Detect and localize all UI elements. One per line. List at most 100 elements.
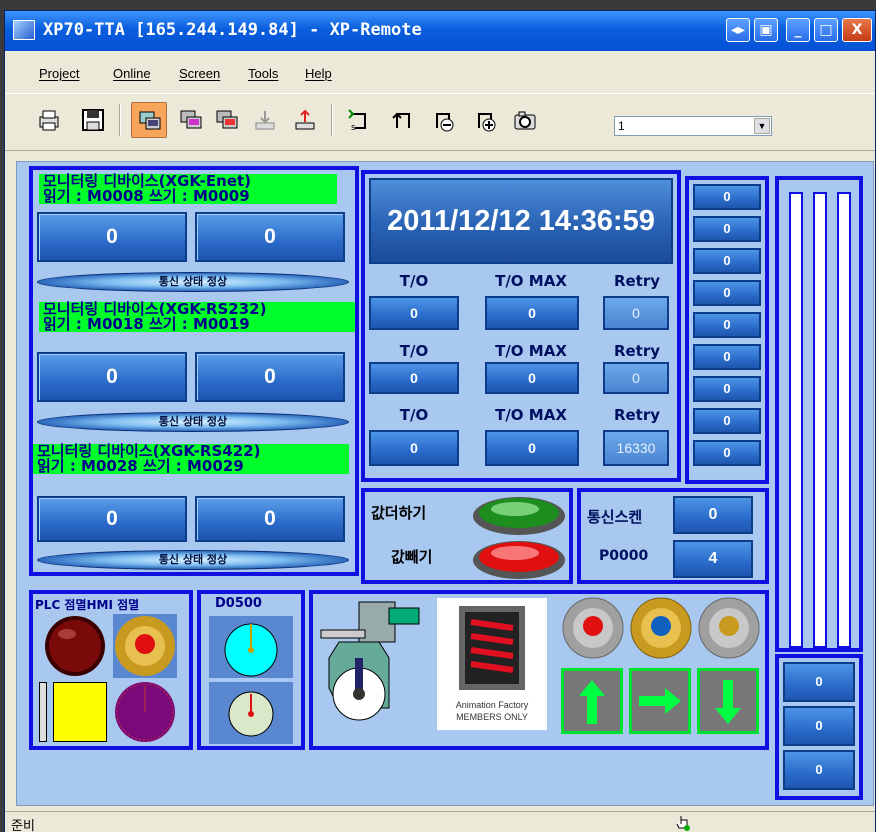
device-2-label: 모니터링 디바이스(XGK-RS232) 읽기 : M0018 쓰기 : M001…	[39, 302, 355, 332]
device-3-read-button[interactable]: 0	[37, 496, 187, 542]
arrow-down-button[interactable]	[697, 668, 759, 734]
menu-screen[interactable]: Screen	[179, 66, 220, 81]
to-value-2[interactable]: 0	[369, 362, 459, 394]
to-max-value-3[interactable]: 0	[485, 430, 579, 466]
arrow-right-button[interactable]	[629, 668, 691, 734]
svg-text:s: s	[351, 123, 356, 132]
value-cell-9[interactable]: 0	[693, 440, 761, 466]
device-monitor-panel: 모니터링 디바이스(XGK-Enet) 읽기 : M0008 쓰기 : M0009…	[29, 166, 359, 576]
plc-lamp-icon	[45, 616, 105, 676]
value-cell-6[interactable]: 0	[693, 344, 761, 370]
download-icon	[255, 111, 275, 130]
value-cell-5[interactable]: 0	[693, 312, 761, 338]
camera-icon	[514, 111, 536, 130]
gauge-dial-cyan	[209, 616, 293, 678]
bar-gauge-2	[813, 192, 827, 648]
device-1-read-button[interactable]: 0	[37, 212, 187, 262]
toolbar-separator	[331, 104, 333, 136]
hand-cursor-icon	[676, 816, 690, 831]
menu-bar: Project Online Screen Tools Help	[5, 51, 875, 93]
screen-select-value: 1	[618, 119, 625, 133]
gauge-title: D0500	[215, 596, 262, 611]
save-icon	[82, 109, 104, 131]
value-cell-1[interactable]: 0	[693, 184, 761, 210]
animation-panel: Animation Factory MEMBERS ONLY	[309, 590, 769, 750]
value-cell-4[interactable]: 0	[693, 280, 761, 306]
arrow-up-button[interactable]	[561, 668, 623, 734]
engine-icon	[320, 601, 420, 721]
minimize-button[interactable]: _	[786, 18, 810, 42]
screen-select-dropdown[interactable]: 1 ▼	[614, 116, 772, 136]
menu-online[interactable]: Online	[113, 66, 151, 81]
red-push-button[interactable]	[561, 596, 625, 660]
bar-gauge-1	[789, 192, 803, 648]
retry-value-3[interactable]: 16330	[603, 430, 669, 466]
hmi-lamp-icon[interactable]	[113, 614, 177, 678]
animation-image: Animation Factory MEMBERS ONLY	[437, 598, 547, 730]
value-cell-2[interactable]: 0	[693, 216, 761, 242]
app-icon	[13, 20, 35, 40]
monitor-active-button[interactable]	[131, 102, 167, 138]
close-button[interactable]: X	[842, 18, 872, 42]
monitor-color-button[interactable]	[209, 102, 245, 138]
value-cell-7[interactable]: 0	[693, 376, 761, 402]
blue-push-button[interactable]	[629, 596, 693, 660]
value-cell-3[interactable]: 0	[693, 248, 761, 274]
title-bar[interactable]: XP70-TTA [165.244.149.84] - XP-Remote ◂▸…	[5, 11, 875, 51]
save-button[interactable]	[75, 102, 111, 138]
screen-plus-button[interactable]	[467, 102, 503, 138]
toolbar-separator	[119, 104, 121, 136]
device-2-read-button[interactable]: 0	[37, 352, 187, 402]
upload-button[interactable]	[287, 102, 323, 138]
print-button[interactable]	[31, 102, 67, 138]
bottom-value-3[interactable]: 0	[783, 750, 855, 790]
retry-header: Retry	[613, 272, 661, 290]
monitor-button[interactable]	[173, 102, 209, 138]
device-3-write-button[interactable]: 0	[195, 496, 345, 542]
retry-header: Retry	[613, 406, 661, 424]
retry-header: Retry	[613, 342, 661, 360]
shredder-icon	[459, 606, 525, 690]
restore-remote-button[interactable]: ◂▸	[726, 18, 750, 42]
capture-button[interactable]	[507, 102, 543, 138]
menu-tools[interactable]: Tools	[248, 66, 278, 81]
menu-project[interactable]: Project	[39, 66, 79, 81]
maximize-button[interactable]: □	[814, 18, 838, 42]
print-icon	[39, 110, 59, 131]
value-column-panel: 0 0 0 0 0 0 0 0 0	[685, 176, 769, 484]
to-max-value-1[interactable]: 0	[485, 296, 579, 330]
screen-minus-icon	[436, 113, 454, 132]
chevron-down-icon[interactable]: ▼	[754, 118, 770, 134]
bottom-value-1[interactable]: 0	[783, 662, 855, 702]
to-max-value-2[interactable]: 0	[485, 362, 579, 394]
gold-push-button[interactable]	[697, 596, 761, 660]
screen-first-button[interactable]: s	[341, 102, 377, 138]
menu-help[interactable]: Help	[305, 66, 332, 81]
device-1-write-button[interactable]: 0	[195, 212, 345, 262]
device-3-status: 통신 상태 정상	[37, 550, 349, 570]
bottom-value-2[interactable]: 0	[783, 706, 855, 746]
screen-minus-button[interactable]	[425, 102, 461, 138]
add-value-button[interactable]	[471, 492, 567, 536]
download-button[interactable]	[247, 102, 283, 138]
retry-value-1[interactable]: 0	[603, 296, 669, 330]
comm-scan-value[interactable]: 0	[673, 496, 753, 534]
hmi-screen: 모니터링 디바이스(XGK-Enet) 읽기 : M0008 쓰기 : M0009…	[16, 161, 874, 806]
value-cell-8[interactable]: 0	[693, 408, 761, 434]
to-max-header: T/O MAX	[495, 342, 567, 360]
bar-gauge-panel	[775, 176, 863, 652]
fullscreen-button[interactable]: ▣	[754, 18, 778, 42]
value-adjust-panel: 값더하기 값빼기	[361, 488, 573, 584]
to-header: T/O	[399, 272, 429, 290]
to-value-1[interactable]: 0	[369, 296, 459, 330]
screen-plus-icon	[478, 113, 496, 132]
sub-value-button[interactable]	[471, 536, 567, 580]
device-2-write-button[interactable]: 0	[195, 352, 345, 402]
to-value-3[interactable]: 0	[369, 430, 459, 466]
address-value[interactable]: 4	[673, 540, 753, 578]
retry-value-2[interactable]: 0	[603, 362, 669, 394]
screen-prev-button[interactable]	[385, 102, 421, 138]
monitor-active-icon	[139, 111, 161, 130]
monitor-color-icon	[216, 110, 238, 129]
device-3-label: 모니터링 디바이스(XGK-RS422) 읽기 : M0028 쓰기 : M002…	[33, 444, 349, 474]
